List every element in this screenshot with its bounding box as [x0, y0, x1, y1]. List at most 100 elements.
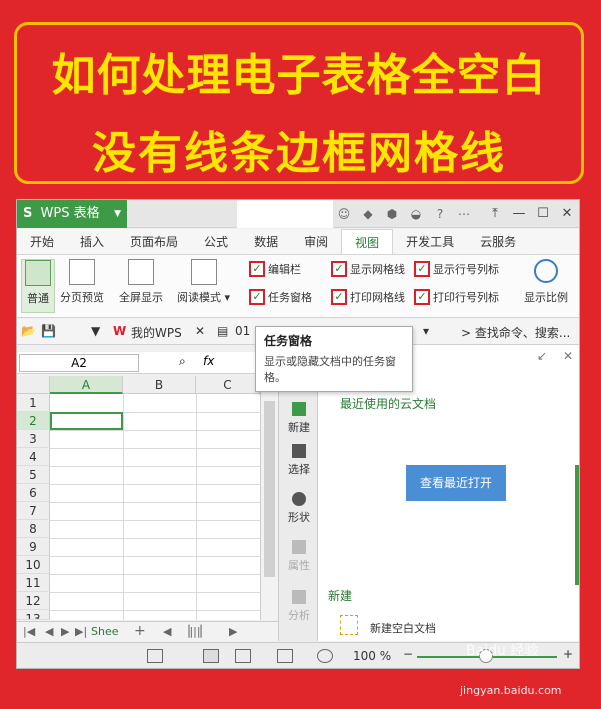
zoom-button[interactable]: 显示比例	[524, 259, 568, 305]
corner-select-all[interactable]	[17, 376, 50, 394]
grid-line	[196, 394, 197, 620]
row-header[interactable]: 6	[17, 484, 50, 502]
first-sheet-icon[interactable]: |◀	[23, 625, 35, 638]
shape-icon	[292, 492, 306, 506]
sidebar-item-property[interactable]: 属性	[279, 540, 319, 573]
close-tab-icon[interactable]: ✕	[195, 324, 205, 338]
show-headers-checkbox[interactable]: ✓ 显示行号列标	[414, 261, 499, 277]
row-header[interactable]: 8	[17, 520, 50, 538]
scroll-left-icon[interactable]: ◀	[163, 625, 171, 638]
page-icon[interactable]	[147, 649, 163, 663]
row-header[interactable]: 12	[17, 592, 50, 610]
tab-developer[interactable]: 开发工具	[393, 229, 467, 254]
scroll-right-icon[interactable]: ▶	[229, 625, 237, 638]
document-title-area	[237, 200, 333, 228]
sidebar-item-select[interactable]: 选择	[279, 444, 319, 477]
column-header[interactable]: B	[123, 376, 196, 394]
save-icon[interactable]: 💾	[41, 324, 56, 338]
vertical-scrollbar[interactable]	[260, 376, 278, 620]
row-header[interactable]: 13	[17, 610, 50, 620]
doc-tab-sheet[interactable]: 01	[235, 324, 250, 338]
last-sheet-icon[interactable]: ▶|	[75, 625, 87, 638]
tab-home[interactable]: 开始	[17, 229, 67, 254]
help-icon[interactable]: ?	[431, 205, 449, 223]
prev-sheet-icon[interactable]: ◀	[45, 625, 53, 638]
normal-view-button[interactable]: 普通	[21, 259, 55, 313]
reading-mode-button[interactable]: 阅读模式 ▾	[177, 259, 230, 305]
upload-icon[interactable]: ⤒	[483, 200, 507, 228]
cursor-icon	[292, 444, 306, 458]
grid-line	[50, 430, 260, 431]
normal-view-status-icon[interactable]	[203, 649, 219, 663]
sheet-tab[interactable]: Shee	[91, 625, 119, 638]
task-pane-checkbox[interactable]: ✓ 任务窗格	[249, 289, 312, 305]
task-pane-tooltip: 任务窗格 显示或隐藏文档中的任务窗格。	[255, 326, 413, 392]
open-icon[interactable]: 📂	[21, 324, 36, 338]
pane-toggle-handle[interactable]	[575, 465, 579, 585]
wps-menu-button[interactable]: S WPS 表格 ▼	[17, 200, 127, 228]
eye-protect-icon[interactable]	[317, 649, 333, 663]
zoom-in-icon[interactable]: +	[563, 647, 573, 661]
row-header[interactable]: 2	[17, 412, 50, 430]
tab-page-layout[interactable]: 页面布局	[117, 229, 191, 254]
row-header[interactable]: 1	[17, 394, 50, 412]
new-section-heading: 新建	[328, 589, 353, 603]
row-header[interactable]: 5	[17, 466, 50, 484]
grid-line	[50, 592, 260, 593]
style-icon[interactable]: ◒	[407, 205, 425, 223]
collapse-icon[interactable]: ↙	[537, 349, 547, 363]
tab-formula[interactable]: 公式	[191, 229, 241, 254]
row-header[interactable]: 4	[17, 448, 50, 466]
page-break-view-icon[interactable]	[235, 649, 251, 663]
window-dropdown-icon[interactable]: ▾	[423, 324, 429, 338]
settings-icon[interactable]: ⬢	[383, 205, 401, 223]
zoom-search-icon[interactable]: ⌕	[179, 354, 186, 369]
more-icon[interactable]: ⋯	[455, 205, 473, 223]
skin-icon[interactable]: ☺	[335, 205, 353, 223]
h-scroll-thumb[interactable]: ▕|||▏	[181, 625, 209, 638]
row-header[interactable]: 9	[17, 538, 50, 556]
next-sheet-icon[interactable]: ▶	[61, 625, 69, 638]
row-header[interactable]: 7	[17, 502, 50, 520]
tab-data[interactable]: 数据	[241, 229, 291, 254]
sidebar-item-shape[interactable]: 形状	[279, 492, 319, 525]
print-layout-icon[interactable]	[277, 649, 293, 663]
fx-icon[interactable]: fx	[203, 354, 214, 368]
open-recent-button[interactable]: 查看最近打开	[406, 465, 506, 501]
fullscreen-button[interactable]: 全屏显示	[119, 259, 163, 305]
tab-insert[interactable]: 插入	[67, 229, 117, 254]
scroll-thumb[interactable]	[264, 401, 275, 577]
column-header[interactable]: A	[50, 376, 123, 394]
tab-view[interactable]: 视图	[341, 229, 394, 254]
add-sheet-icon[interactable]: +	[134, 623, 146, 639]
zoom-level: 100 %	[353, 649, 392, 663]
close-button[interactable]: ✕	[555, 200, 579, 228]
row-header[interactable]: 11	[17, 574, 50, 592]
row-header[interactable]: 10	[17, 556, 50, 574]
tab-cloud[interactable]: 云服务	[467, 229, 529, 254]
sidebar-item-new[interactable]: 新建	[279, 402, 319, 435]
formula-bar: A2 ⌕ fx	[17, 352, 278, 374]
pane-close-icon[interactable]: ✕	[563, 349, 573, 363]
sidebar-item-analyze[interactable]: 分析	[279, 590, 319, 623]
spreadsheet-grid[interactable]: A B C 1 2 3 4 5 6 7 8 9 10 11 12 13	[17, 376, 260, 620]
maximize-button[interactable]: ☐	[531, 200, 555, 228]
row-header[interactable]: 3	[17, 430, 50, 448]
print-headers-checkbox[interactable]: ✓ 打印行号列标	[414, 289, 499, 305]
page-preview-button[interactable]: 分页预览	[60, 259, 104, 305]
tab-review[interactable]: 审阅	[291, 229, 341, 254]
dropdown-icon[interactable]: ▼	[91, 324, 100, 338]
minimize-button[interactable]: —	[507, 200, 531, 228]
normal-view-icon	[25, 260, 51, 286]
column-header[interactable]: C	[196, 376, 260, 394]
show-grid-checkbox[interactable]: ✓ 显示网格线	[331, 261, 405, 277]
edit-bar-checkbox[interactable]: ✓ 编辑栏	[249, 261, 301, 277]
new-blank-document-link[interactable]: 新建空白文档	[370, 620, 436, 636]
search-command-input[interactable]: > 查找命令、搜索...	[461, 324, 570, 341]
zoom-out-icon[interactable]: −	[403, 647, 413, 661]
active-cell[interactable]	[50, 412, 123, 430]
share-icon[interactable]: ◆	[359, 205, 377, 223]
doc-tab-wps[interactable]: 我的WPS	[131, 324, 182, 341]
name-box[interactable]: A2	[19, 354, 139, 372]
print-grid-checkbox[interactable]: ✓ 打印网格线	[331, 289, 405, 305]
